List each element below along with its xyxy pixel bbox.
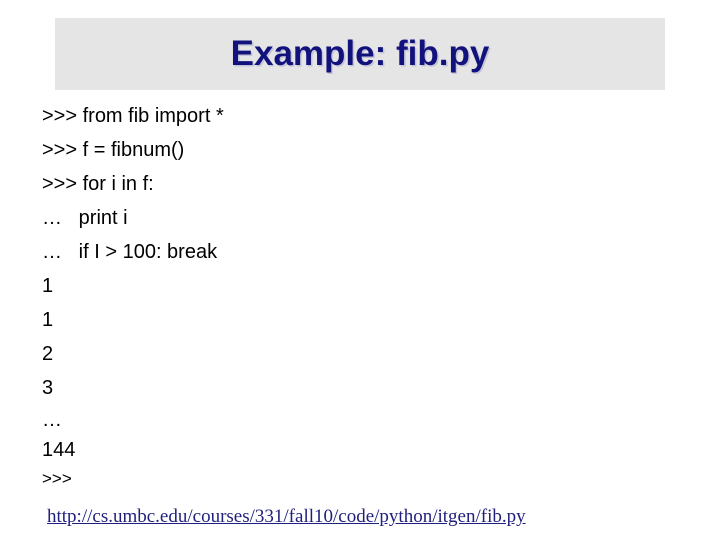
console-line: >>> from fib import * bbox=[42, 105, 224, 127]
slide-canvas: Example: fib.py >>> from fib import * >>… bbox=[0, 0, 720, 540]
console-line: >>> f = fibnum() bbox=[42, 139, 185, 161]
console-line: … if I > 100: break bbox=[42, 241, 218, 263]
console-line: 2 bbox=[42, 343, 54, 365]
console-transcript: >>> from fib import * >>> f = fibnum() >… bbox=[42, 99, 682, 492]
console-line: 1 bbox=[42, 275, 54, 297]
page-title: Example: fib.py bbox=[230, 34, 490, 73]
console-line: >>> for i in f: bbox=[42, 173, 154, 195]
console-line: … print i bbox=[42, 207, 128, 229]
console-line: >>> bbox=[42, 469, 72, 488]
source-code-link[interactable]: http://cs.umbc.edu/courses/331/fall10/co… bbox=[47, 506, 526, 527]
console-line: 3 bbox=[42, 377, 54, 399]
console-line: 144 bbox=[42, 439, 76, 461]
console-line: … bbox=[42, 409, 62, 431]
source-link-container: http://cs.umbc.edu/courses/331/fall10/co… bbox=[47, 505, 707, 529]
console-line: 1 bbox=[42, 309, 54, 331]
